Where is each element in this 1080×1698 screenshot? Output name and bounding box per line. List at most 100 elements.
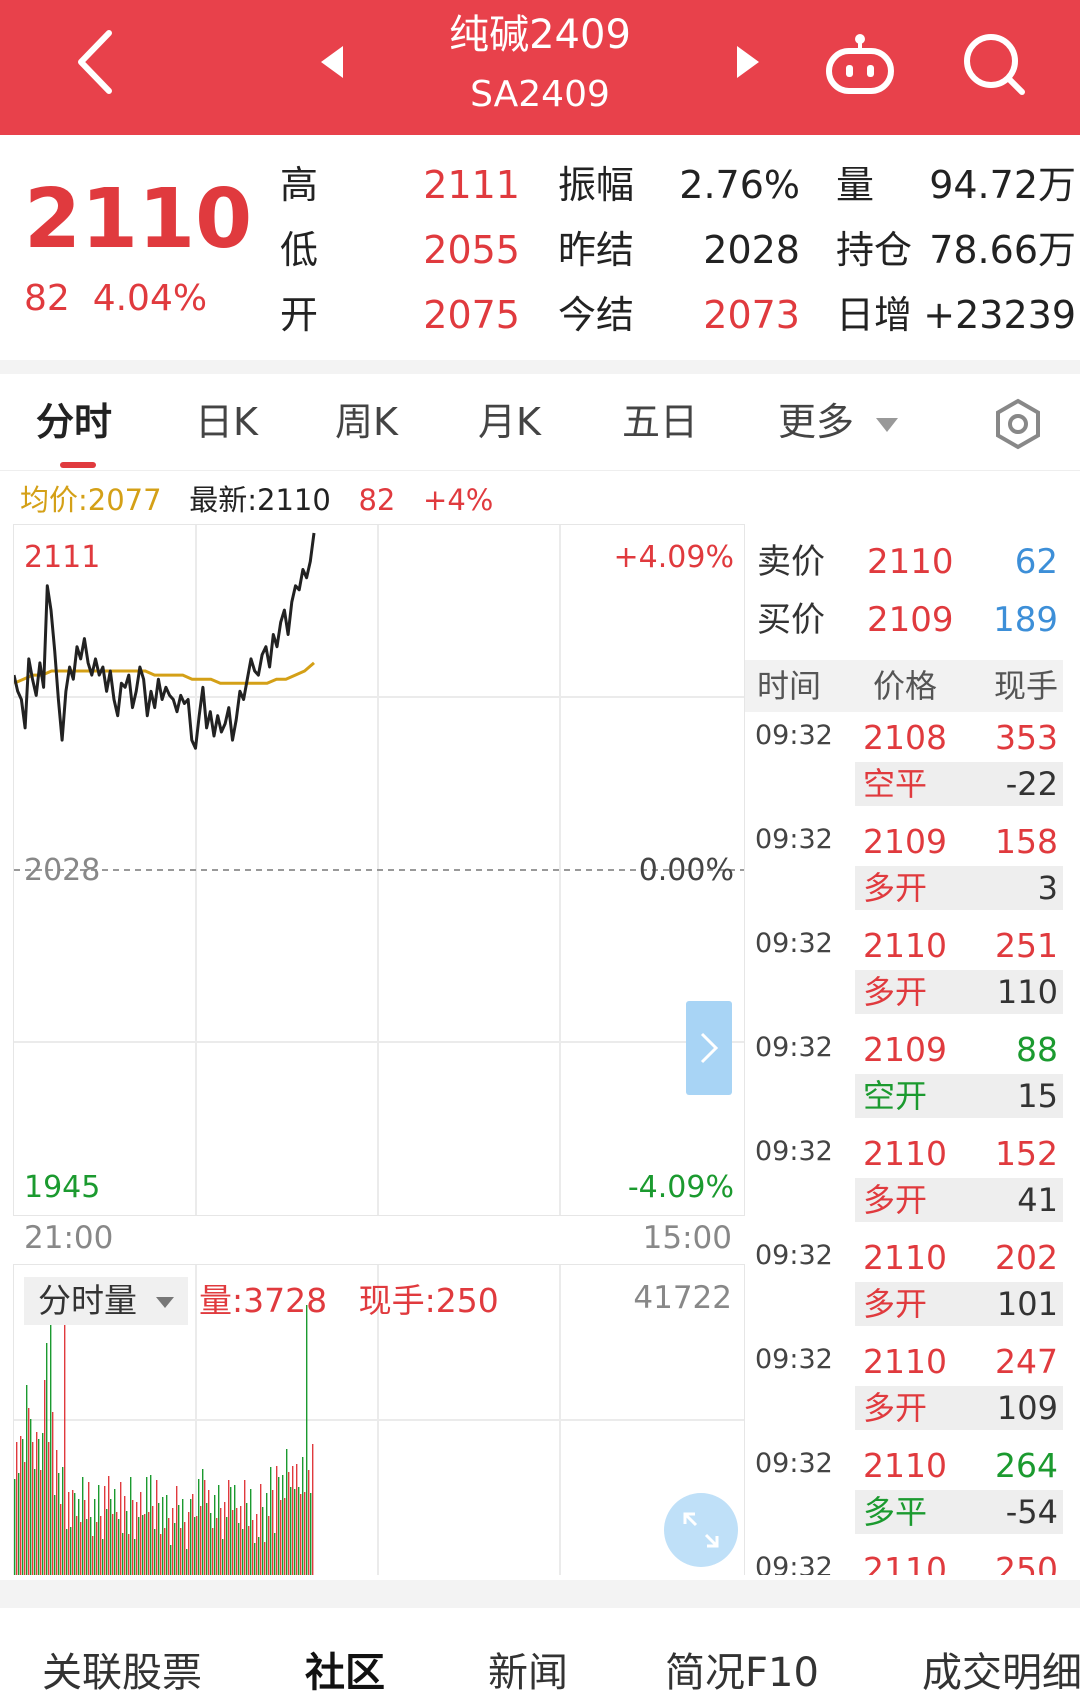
volume-bar (264, 1542, 266, 1575)
volume-bar (242, 1529, 244, 1575)
volume-bar (38, 1439, 40, 1575)
volume-bar (88, 1482, 90, 1575)
volume-bar (72, 1490, 74, 1575)
stat-value-settle: 2073 (703, 293, 800, 337)
volume-bar (116, 1512, 118, 1575)
tab-daily-k[interactable]: 日K (195, 398, 258, 446)
trade-price: 2110 (863, 1134, 947, 1173)
trade-time: 09:32 (755, 720, 833, 751)
time-start: 21:00 (24, 1220, 114, 1256)
volume-bar (310, 1493, 312, 1575)
volume-bar (168, 1518, 170, 1575)
tab-five-day[interactable]: 五日 (622, 398, 698, 446)
volume-bar (18, 1473, 20, 1575)
bottom-tab-trade-details[interactable]: 成交明细 (922, 1648, 1080, 1698)
expand-panel-button[interactable] (686, 1001, 732, 1095)
volume-bar (148, 1512, 150, 1575)
trade-time: 09:32 (755, 824, 833, 855)
last-price: 2110 (24, 172, 253, 267)
trade-time: 09:32 (755, 1344, 833, 1375)
back-arrow-icon[interactable] (60, 22, 130, 102)
trade-oi-change: -54 (1005, 1493, 1058, 1531)
bottom-tab-related-stocks[interactable]: 关联股票 (42, 1648, 202, 1698)
period-tabs: 分时 日K 周K 月K 五日 更多 (0, 374, 1080, 471)
volume-bar (184, 1522, 186, 1575)
trade-time: 09:32 (755, 928, 833, 959)
volume-bar (294, 1489, 296, 1575)
volume-bar (192, 1494, 194, 1575)
volume-bar (114, 1489, 116, 1575)
bottom-tab-f10[interactable]: 简况F10 (665, 1648, 819, 1698)
volume-bar (304, 1492, 306, 1575)
volume-bar (28, 1408, 30, 1575)
trade-qty: 158 (995, 822, 1058, 861)
trade-row: 09:32 2110 250 (745, 1548, 1063, 1575)
tab-intraday[interactable]: 分时 (36, 398, 112, 446)
volume-bar (188, 1512, 190, 1575)
tab-monthly-k[interactable]: 月K (478, 398, 541, 446)
volume-bar (48, 1442, 50, 1575)
volume-bar (150, 1475, 152, 1575)
divider (0, 360, 1080, 374)
volume-bar (54, 1495, 56, 1575)
tab-weekly-k[interactable]: 周K (335, 398, 398, 446)
volume-bar (140, 1492, 142, 1575)
trade-price: 2110 (863, 1446, 947, 1485)
volume-bar (222, 1539, 224, 1575)
volume-chart[interactable]: 分时量 量:3728 现手:250 41722 (13, 1264, 745, 1575)
latest-change: 82 (358, 483, 396, 517)
stat-label-open: 开 (280, 293, 319, 337)
volume-bar (248, 1526, 250, 1575)
volume-bar (238, 1523, 240, 1575)
bottom-tab-community[interactable]: 社区 (305, 1648, 385, 1698)
trade-oi-change: 41 (1017, 1181, 1058, 1219)
volume-bar (94, 1499, 96, 1575)
volume-bar (104, 1486, 106, 1575)
volume-bar (194, 1517, 196, 1575)
volume-bar (132, 1500, 134, 1575)
volume-bar (26, 1385, 28, 1575)
latest-percent: +4% (423, 483, 494, 517)
volume-bar (86, 1519, 88, 1575)
tab-more[interactable]: 更多 (778, 398, 899, 446)
trade-row: 09:32 2110 152 多开 41 (745, 1132, 1063, 1236)
trade-time: 09:32 (755, 1448, 833, 1479)
fullscreen-button[interactable] (664, 1493, 738, 1567)
y-label-high: 2111 (24, 540, 100, 575)
volume-bar (52, 1412, 54, 1575)
search-icon[interactable] (958, 28, 1030, 100)
volume-bar (110, 1499, 112, 1575)
next-contract-icon[interactable] (728, 42, 768, 82)
time-end: 15:00 (642, 1220, 732, 1256)
change-percent: 4.04% (92, 278, 208, 319)
volume-bar (106, 1509, 108, 1575)
trade-row: 09:32 2108 353 空平 -22 (745, 716, 1063, 820)
stat-label-settle: 今结 (558, 293, 635, 337)
trade-row: 09:32 2109 88 空开 15 (745, 1028, 1063, 1132)
robot-assistant-icon[interactable] (820, 28, 900, 100)
volume-type-dropdown[interactable]: 分时量 (24, 1277, 188, 1325)
bid-label: 买价 (757, 600, 825, 640)
trade-qty: 202 (995, 1238, 1058, 1277)
volume-bar (262, 1507, 264, 1575)
volume-bar (120, 1482, 122, 1575)
trade-price: 2109 (863, 1030, 947, 1069)
stat-value-open: 2075 (423, 293, 520, 337)
settings-icon[interactable] (992, 398, 1044, 450)
change-value: 82 (24, 278, 70, 319)
volume-bar (274, 1533, 276, 1575)
stat-label-prev-settle: 昨结 (558, 228, 635, 272)
volume-bar (244, 1480, 246, 1575)
volume-bar (286, 1449, 288, 1575)
volume-bar (50, 1285, 52, 1575)
volume-bar (256, 1514, 258, 1575)
trade-price: 2110 (863, 1550, 947, 1575)
contract-title: 纯碱2409 (449, 12, 631, 58)
volume-bar (74, 1493, 76, 1575)
bottom-tab-news[interactable]: 新闻 (488, 1648, 568, 1698)
intraday-chart[interactable]: 2111 +4.09% 2028 0.00% 1945 -4.09% (12, 524, 745, 1216)
trades-header: 时间 价格 现手 (745, 660, 1063, 712)
volume-bar (152, 1506, 154, 1575)
volume-bar (68, 1492, 70, 1575)
volume-bar (78, 1499, 80, 1575)
